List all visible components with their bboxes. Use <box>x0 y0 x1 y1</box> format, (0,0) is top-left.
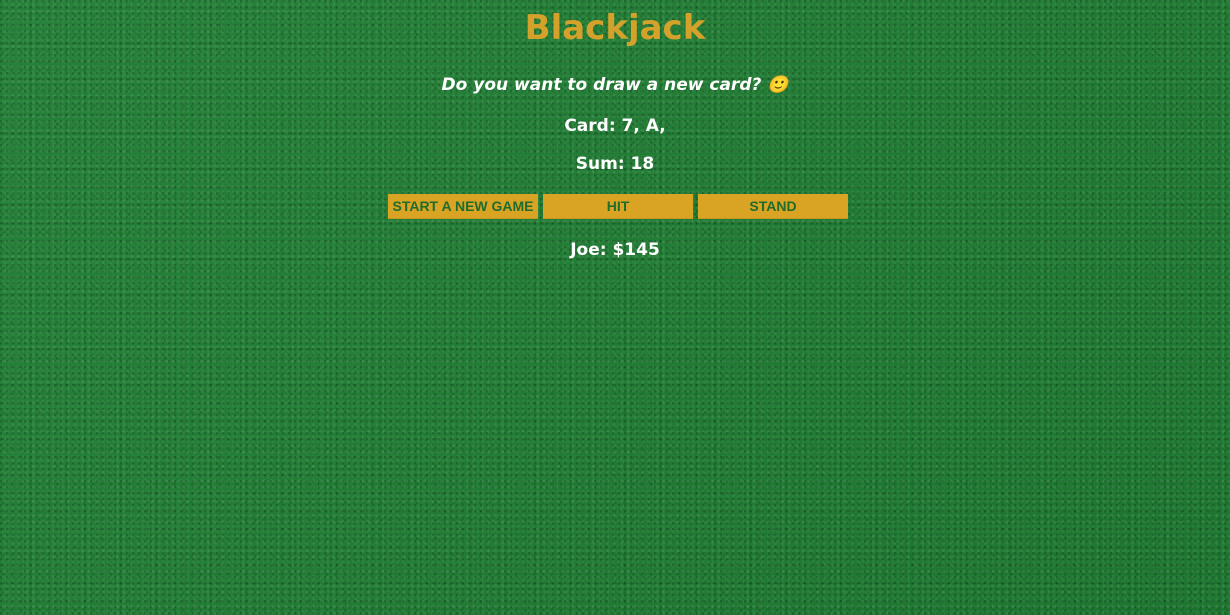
hit-button[interactable]: HIT <box>543 194 693 219</box>
game-action-buttons: START A NEW GAME HIT STAND <box>388 194 848 219</box>
sum-display: Sum: 18 <box>575 154 655 174</box>
player-balance: Joe: $145 <box>570 240 660 260</box>
blackjack-game: Blackjack Do you want to draw a new card… <box>0 0 1230 615</box>
cards-display: Card: 7, A, <box>564 116 666 136</box>
game-message: Do you want to draw a new card? 🙂 <box>441 75 789 95</box>
game-title: Blackjack <box>524 8 706 48</box>
start-new-game-button[interactable]: START A NEW GAME <box>388 194 538 219</box>
stand-button[interactable]: STAND <box>698 194 848 219</box>
